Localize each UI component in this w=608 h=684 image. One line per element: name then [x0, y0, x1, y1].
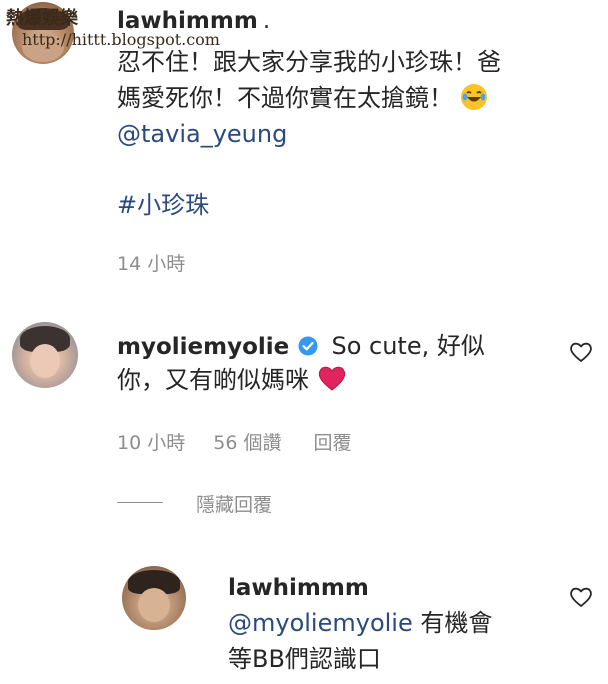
reply-username[interactable]: lawhimmm — [228, 575, 369, 601]
hide-replies-divider — [117, 502, 163, 503]
comment-text-line-2-wrap: 你，又有啲似媽咪 — [117, 362, 347, 398]
comment-like-count[interactable]: 56 個讚 — [213, 432, 281, 454]
laughing-tears-emoji-icon — [460, 84, 487, 110]
comment-text-line-2: 你，又有啲似媽咪 — [117, 366, 309, 394]
reply-text: @myoliemyolie 有機會 等BB們認識口 — [228, 605, 492, 677]
post-username-suffix: . — [262, 8, 271, 34]
verified-badge-icon — [298, 336, 318, 356]
reply-text-line-2: 等BB們認識口 — [228, 645, 381, 673]
comment-timestamp[interactable]: 10 小時 — [117, 432, 185, 454]
comment-username[interactable]: myoliemyolie — [117, 334, 289, 360]
reply-author-avatar[interactable] — [122, 566, 186, 630]
comment-meta: 10 小時 56 個讚 回覆 — [117, 428, 352, 455]
post-caption-line-2-text: 媽愛死你！不過你實在太搶鏡！ — [117, 84, 453, 112]
hide-replies-button[interactable]: 隱藏回覆 — [196, 490, 272, 517]
post-caption-line-1: 忍不住！跟大家分享我的小珍珠！爸 — [117, 48, 501, 76]
comment-text-line-1: So cute, 好似 — [331, 332, 485, 360]
comment-header: myoliemyolie So cute, 好似 — [117, 328, 485, 364]
red-heart-emoji-icon — [317, 365, 347, 391]
post-caption: 忍不住！跟大家分享我的小珍珠！爸 媽愛死你！不過你實在太搶鏡！ @tavia_y… — [117, 44, 597, 152]
reply-text-line-1: @myoliemyolie 有機會 — [228, 605, 492, 641]
post-hashtag-link[interactable]: #小珍珠 — [117, 187, 209, 223]
reply-mention-link[interactable]: @myoliemyolie — [228, 609, 413, 637]
post-timestamp[interactable]: 14 小時 — [117, 249, 185, 276]
post-username[interactable]: lawhimmm — [117, 8, 258, 34]
reply-like-heart-icon[interactable] — [568, 585, 594, 609]
watermark-title: 熱爆娛樂 — [6, 8, 78, 29]
post-header: lawhimmm . — [117, 8, 270, 34]
post-mention-link[interactable]: @tavia_yeung — [117, 116, 597, 152]
post-caption-line-2: 媽愛死你！不過你實在太搶鏡！ — [117, 80, 597, 116]
comment-like-heart-icon[interactable] — [568, 340, 594, 364]
reply-text-line-1-rest: 有機會 — [412, 609, 493, 637]
comment-author-avatar[interactable] — [12, 322, 78, 388]
comment-reply-button[interactable]: 回覆 — [314, 432, 352, 454]
